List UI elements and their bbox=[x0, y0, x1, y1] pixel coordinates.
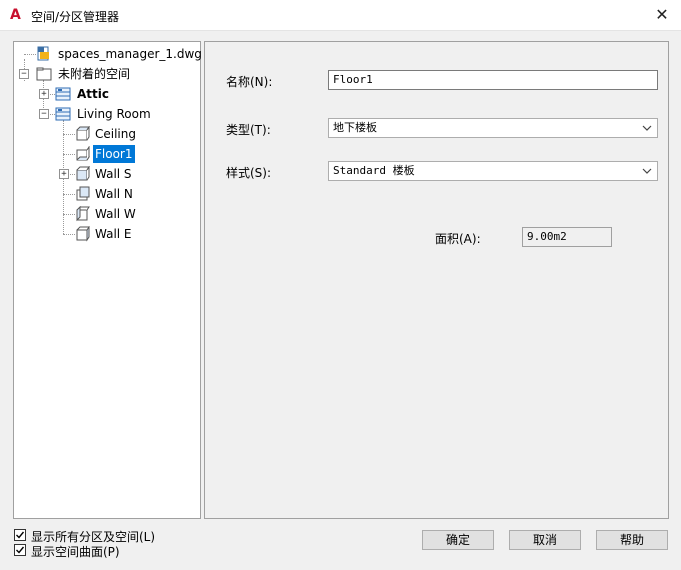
collapse-toggle[interactable]: − bbox=[19, 69, 29, 79]
chevron-down-icon bbox=[642, 168, 652, 174]
tree-node-space[interactable]: Wall W bbox=[14, 205, 200, 223]
zone-icon bbox=[55, 87, 71, 101]
tree-label-space: Wall E bbox=[95, 227, 132, 241]
name-label: 名称(N): bbox=[226, 75, 273, 89]
zone-icon bbox=[55, 107, 71, 121]
space-surface-icon bbox=[76, 146, 90, 161]
type-label: 类型(T): bbox=[226, 123, 271, 137]
show-space-surfaces-label: 显示空间曲面(P) bbox=[31, 545, 120, 559]
tree-label-space: Floor1 bbox=[93, 145, 135, 163]
tree-label-space: Wall S bbox=[95, 167, 132, 181]
space-surface-icon bbox=[76, 206, 90, 222]
tree-label-drawing: spaces_manager_1.dwg bbox=[58, 47, 202, 61]
checkbox-box[interactable] bbox=[14, 544, 26, 556]
cancel-button[interactable]: 取消 bbox=[509, 530, 581, 550]
tree-label-space: Wall N bbox=[95, 187, 133, 201]
collapse-toggle[interactable]: − bbox=[39, 109, 49, 119]
style-select-value: Standard 楼板 bbox=[333, 164, 415, 177]
close-button[interactable]: ✕ bbox=[651, 4, 673, 26]
style-select[interactable]: Standard 楼板 bbox=[328, 161, 658, 181]
expand-toggle[interactable]: + bbox=[59, 169, 69, 179]
type-select[interactable]: 地下楼板 bbox=[328, 118, 658, 138]
ok-button[interactable]: 确定 bbox=[422, 530, 494, 550]
checkbox-box[interactable] bbox=[14, 529, 26, 541]
style-label: 样式(S): bbox=[226, 166, 272, 180]
space-surface-icon bbox=[76, 126, 90, 141]
tree-node-drawing[interactable]: spaces_manager_1.dwg bbox=[14, 45, 202, 63]
checkmark-icon bbox=[16, 531, 25, 539]
area-value: 9.00m2 bbox=[522, 227, 612, 247]
title-bar: A 空间/分区管理器 ✕ bbox=[0, 0, 681, 31]
chevron-down-icon bbox=[642, 125, 652, 131]
app-logo-icon: A bbox=[10, 7, 21, 23]
tree-node-space[interactable]: + Wall S bbox=[14, 165, 200, 183]
expand-toggle[interactable]: + bbox=[39, 89, 49, 99]
properties-panel: 名称(N): Floor1 类型(T): 地下楼板 样式(S): Standar… bbox=[204, 41, 669, 519]
tree-node-unattached[interactable]: − 未附着的空间 bbox=[14, 65, 200, 83]
space-surface-icon bbox=[76, 186, 90, 201]
checkmark-icon bbox=[16, 546, 25, 554]
tree-label-space: Wall W bbox=[95, 207, 136, 221]
help-button[interactable]: 帮助 bbox=[596, 530, 668, 550]
tree-node-zone-living-room[interactable]: − Living Room bbox=[14, 105, 200, 123]
tree-label-attic: Attic bbox=[77, 87, 109, 101]
area-label: 面积(A): bbox=[435, 232, 481, 246]
window-title: 空间/分区管理器 bbox=[31, 10, 120, 24]
folder-icon bbox=[36, 67, 52, 81]
tree-node-space[interactable]: Wall E bbox=[14, 225, 200, 243]
drawing-file-icon bbox=[37, 46, 49, 61]
tree-node-space[interactable]: Wall N bbox=[14, 185, 200, 203]
name-input[interactable]: Floor1 bbox=[328, 70, 658, 90]
tree-node-space[interactable]: Ceiling bbox=[14, 125, 200, 143]
tree-label-space: Ceiling bbox=[95, 127, 136, 141]
tree-node-space-selected[interactable]: Floor1 bbox=[14, 145, 200, 163]
space-surface-icon bbox=[76, 166, 90, 181]
tree-label-unattached: 未附着的空间 bbox=[58, 67, 131, 81]
tree-node-zone-attic[interactable]: + Attic bbox=[14, 85, 200, 103]
space-tree[interactable]: spaces_manager_1.dwg − 未附着的空间 + Attic − … bbox=[13, 41, 202, 519]
space-surface-icon bbox=[76, 226, 90, 242]
type-select-value: 地下楼板 bbox=[333, 121, 377, 134]
tree-label-living-room: Living Room bbox=[77, 107, 151, 121]
